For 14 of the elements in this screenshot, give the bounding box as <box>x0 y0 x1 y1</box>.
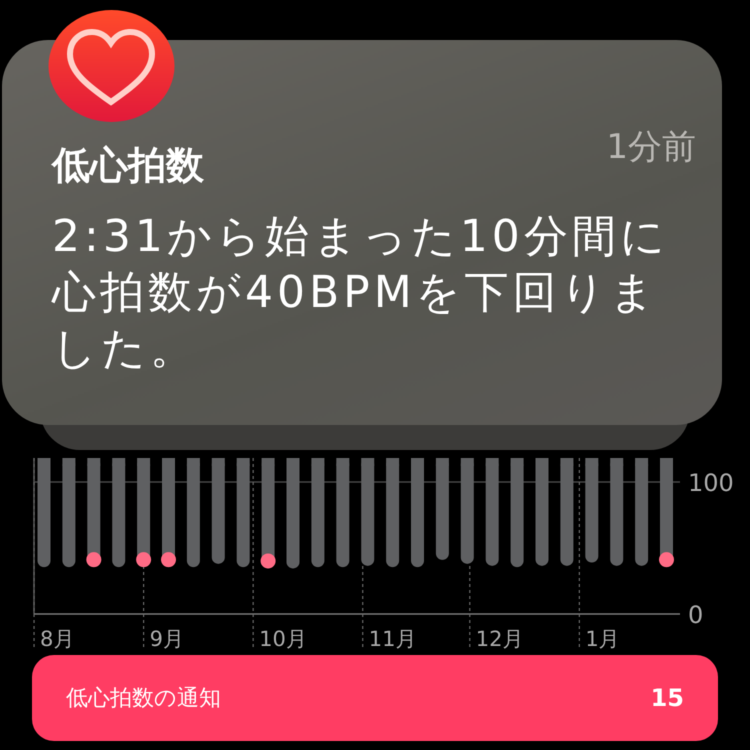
axis-label: 100 <box>688 469 734 497</box>
month-label: 1月 <box>585 627 620 651</box>
time-label: 1分前 <box>606 126 696 169</box>
notification-body: 2:31から始まった10分間に心拍数が40BPMを下回りました。 <box>52 210 670 376</box>
count-label: 15 <box>650 684 684 712</box>
notification-list-button[interactable]: 低心拍数の通知 15 <box>32 655 718 741</box>
heart-app-icon <box>48 10 175 122</box>
month-label: 11月 <box>368 627 416 651</box>
month-label: 9月 <box>150 627 184 651</box>
month-label: 8月 <box>40 627 74 651</box>
month-label: 10月 <box>259 627 307 651</box>
month-label: 12月 <box>476 627 524 651</box>
notification-title: 低心拍数 <box>52 142 204 189</box>
axis-label: 0 <box>688 601 704 629</box>
